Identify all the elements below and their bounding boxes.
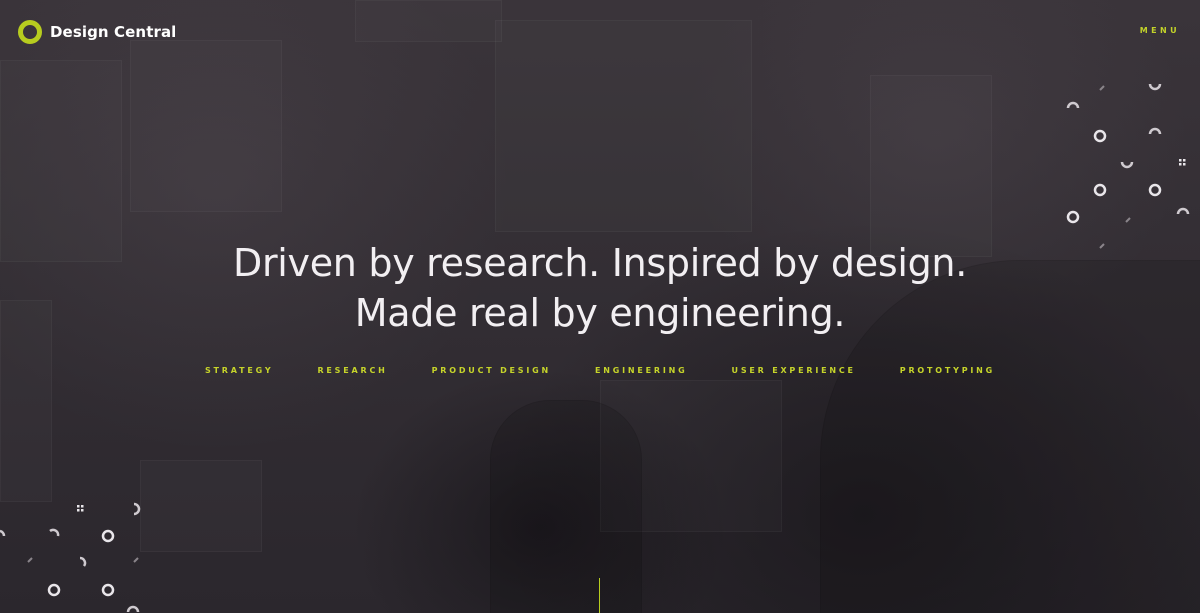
menu-button[interactable]: MENU	[1140, 26, 1180, 35]
service-link-product-design[interactable]: PRODUCT DESIGN	[430, 366, 553, 375]
service-link-user-experience[interactable]: USER EXPERIENCE	[730, 366, 858, 375]
decorative-circle-pattern-bottom-left	[0, 500, 150, 613]
background-photo-panel	[0, 60, 122, 262]
background-shadow	[490, 400, 642, 613]
hero-section: Design Central MENU Driven by research. …	[0, 0, 1200, 613]
service-link-prototyping[interactable]: PROTOTYPING	[898, 366, 997, 375]
service-link-strategy[interactable]: STRATEGY	[203, 366, 275, 375]
service-link-engineering[interactable]: ENGINEERING	[593, 366, 690, 375]
background-photo-panel	[355, 0, 502, 42]
service-link-research[interactable]: RESEARCH	[315, 366, 389, 375]
decorative-circle-pattern-top-right	[1060, 74, 1200, 254]
scroll-indicator-line	[599, 578, 600, 613]
services-nav: STRATEGY RESEARCH PRODUCT DESIGN ENGINEE…	[0, 366, 1200, 375]
brand-name: Design Central	[50, 23, 177, 41]
background-photo-panel	[870, 75, 992, 257]
background-photo-panel	[130, 40, 282, 212]
background-photo-panel	[140, 460, 262, 552]
hero-headline: Driven by research. Inspired by design. …	[0, 238, 1200, 338]
headline-line-2: Made real by engineering.	[354, 291, 846, 335]
brand-logo[interactable]: Design Central	[18, 20, 176, 44]
headline-line-1: Driven by research. Inspired by design.	[233, 241, 967, 285]
background-photo-panel	[495, 20, 752, 232]
ring-icon	[18, 20, 42, 44]
